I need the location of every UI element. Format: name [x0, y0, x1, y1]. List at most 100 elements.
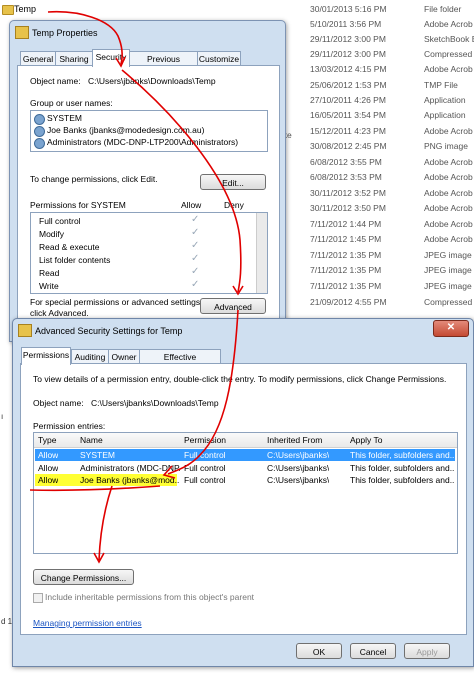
- cell-permission: Full control: [184, 475, 226, 485]
- include-inheritable-checkbox[interactable]: [33, 593, 43, 603]
- permission-item: Full control: [39, 216, 81, 226]
- file-date: 16/05/2011 3:54 PM: [310, 110, 386, 120]
- column-header-apply-to[interactable]: Apply To: [350, 435, 382, 445]
- file-date: 29/11/2012 3:00 PM: [310, 49, 386, 59]
- file-date: 7/11/2012 1:35 PM: [310, 250, 382, 260]
- file-type: Application: [424, 110, 466, 120]
- cell-apply-to: This folder, subfolders and...: [350, 463, 454, 473]
- include-inheritable-label: Include inheritable permissions from thi…: [45, 592, 255, 602]
- cell-type: Allow: [38, 463, 59, 473]
- allow-column-label: Allow: [181, 200, 202, 210]
- file-date: 13/03/2012 4:15 PM: [310, 64, 387, 74]
- permission-item: Read: [39, 268, 60, 278]
- file-type: Adobe Acrob: [424, 19, 473, 29]
- permission-item: List folder contents: [39, 255, 111, 265]
- deny-column-label: Deny: [224, 200, 244, 210]
- cell-type: Allow: [38, 450, 59, 460]
- table-row[interactable]: Allow Joe Banks (jbanks@mod... Full cont…: [35, 474, 455, 486]
- file-date: 5/10/2011 3:56 PM: [310, 19, 382, 29]
- file-type: JPEG image: [424, 250, 472, 260]
- cell-type: Allow: [38, 475, 59, 485]
- file-type: JPEG image: [424, 281, 472, 291]
- file-type: Adobe Acrob: [424, 157, 473, 167]
- cell-name: Joe Banks (jbanks@mod...: [80, 475, 180, 485]
- table-row[interactable]: Allow Administrators (MDC-DNP... Full co…: [35, 462, 455, 474]
- ok-button[interactable]: OK: [296, 643, 342, 659]
- tab-security[interactable]: Security: [92, 49, 130, 67]
- managing-permission-entries-link[interactable]: Managing permission entries: [33, 618, 142, 628]
- file-type: Compressed: [424, 297, 473, 307]
- file-type: Adobe Acrob: [424, 126, 473, 136]
- change-permissions-hint: To change permissions, click Edit.: [30, 174, 158, 184]
- user-item[interactable]: Joe Banks (jbanks@modedesign.com.au): [47, 125, 204, 135]
- permission-entries-table[interactable]: Type Name Permission Inherited From Appl…: [33, 432, 458, 554]
- file-type: Application: [424, 95, 466, 105]
- user-item[interactable]: SYSTEM: [47, 113, 82, 123]
- table-row[interactable]: Allow SYSTEM Full control C:\Users\jbank…: [35, 449, 455, 461]
- file-date: 25/06/2012 1:53 PM: [310, 80, 387, 90]
- file-date: 7/11/2012 1:35 PM: [310, 265, 382, 275]
- permissions-list[interactable]: Full control ✓ Modify ✓ Read & execute ✓…: [30, 212, 268, 294]
- file-type: Adobe Acrob: [424, 203, 473, 213]
- object-name-label: Object name:: [33, 398, 84, 408]
- apply-button[interactable]: Apply: [404, 643, 450, 659]
- window-title: Advanced Security Settings for Temp: [35, 326, 183, 336]
- file-date: 30/11/2012 3:50 PM: [310, 203, 386, 213]
- cell-inherited-from: C:\Users\jbanks\: [267, 463, 330, 473]
- title-bar[interactable]: Temp Properties: [10, 21, 285, 43]
- check-icon: ✓: [191, 279, 200, 290]
- file-type: File folder: [424, 4, 462, 14]
- file-date: 7/11/2012 1:44 PM: [310, 219, 382, 229]
- close-button[interactable]: ✕: [433, 320, 469, 337]
- users-listbox[interactable]: SYSTEM Joe Banks (jbanks@modedesign.com.…: [30, 110, 268, 152]
- permission-item: Write: [39, 281, 59, 291]
- file-row-temp[interactable]: Temp 30/01/2013 5:16 PM File folder: [0, 2, 474, 17]
- file-date: 30/01/2013 5:16 PM: [310, 4, 387, 14]
- cell-name: Administrators (MDC-DNP...: [80, 463, 180, 473]
- column-header-inherited-from[interactable]: Inherited From: [267, 435, 322, 445]
- permission-item: Modify: [39, 229, 65, 239]
- advanced-security-settings-window: Advanced Security Settings for Temp ✕ Pe…: [12, 318, 474, 667]
- check-icon: ✓: [191, 240, 200, 251]
- file-date: 6/08/2012 3:55 PM: [310, 157, 382, 167]
- file-type: Adobe Acrob: [424, 219, 473, 229]
- object-name-value: C:\Users\jbanks\Downloads\Temp: [91, 398, 219, 408]
- file-type: Compressed: [424, 49, 473, 59]
- change-permissions-button[interactable]: Change Permissions...: [33, 569, 134, 585]
- column-header-permission[interactable]: Permission: [184, 435, 226, 445]
- file-date: 27/10/2011 4:26 PM: [310, 95, 386, 105]
- object-name-label: Object name:: [30, 76, 81, 86]
- folder-icon: [15, 26, 29, 39]
- user-item[interactable]: Administrators (MDC-DNP-LTP200\Administr…: [47, 137, 238, 147]
- left-fragment: d 1: [1, 617, 13, 626]
- cancel-button[interactable]: Cancel: [350, 643, 396, 659]
- check-icon: ✓: [191, 253, 200, 264]
- check-icon: ✓: [191, 214, 200, 225]
- advanced-button[interactable]: Advanced: [200, 298, 266, 314]
- edit-button[interactable]: Edit...: [200, 174, 266, 190]
- permissions-tab-panel: To view details of a permission entry, d…: [20, 363, 467, 635]
- file-type: Adobe Acrob: [424, 172, 473, 182]
- security-tab-panel: Object name: C:\Users\jbanks\Downloads\T…: [17, 65, 280, 343]
- file-type: Adobe Acrob: [424, 64, 473, 74]
- special-permissions-text-2: click Advanced.: [30, 308, 89, 318]
- object-name-value: C:\Users\jbanks\Downloads\Temp: [88, 76, 216, 86]
- user-group-icon: [34, 114, 45, 125]
- cell-apply-to: This folder, subfolders and...: [350, 475, 454, 485]
- file-type: TMP File: [424, 80, 458, 90]
- check-icon: ✓: [191, 227, 200, 238]
- permissions-scrollbar[interactable]: [256, 213, 267, 293]
- column-header-name[interactable]: Name: [80, 435, 103, 445]
- cell-permission: Full control: [184, 450, 226, 460]
- file-name: Temp: [14, 4, 37, 14]
- file-type: JPEG image: [424, 265, 472, 275]
- left-fragment: ı: [1, 412, 4, 421]
- file-date: 7/11/2012 1:45 PM: [310, 234, 382, 244]
- file-type: Adobe Acrob: [424, 188, 473, 198]
- file-date: 30/11/2012 3:52 PM: [310, 188, 386, 198]
- table-header: Type Name Permission Inherited From Appl…: [34, 433, 457, 448]
- column-header-type[interactable]: Type: [38, 435, 56, 445]
- tab-permissions[interactable]: Permissions: [21, 347, 71, 365]
- user-group-icon: [34, 138, 45, 149]
- file-date: 15/12/2011 4:23 PM: [310, 126, 386, 136]
